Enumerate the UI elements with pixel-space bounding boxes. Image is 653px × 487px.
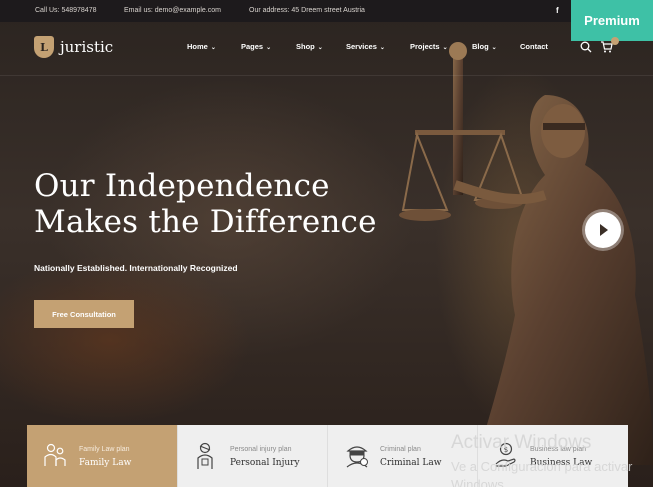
nav-label: Blog	[472, 42, 489, 51]
nav-label: Pages	[241, 42, 264, 51]
watermark-line-3: Windows.	[451, 477, 508, 487]
criminal-icon	[346, 446, 368, 468]
logo-text: juristic	[60, 38, 114, 56]
chevron-down-icon: ⌄	[491, 45, 497, 51]
nav-item-home[interactable]: Home ⌄	[187, 42, 216, 51]
nav-item-blog[interactable]: Blog ⌄	[472, 42, 497, 51]
injury-icon	[197, 442, 213, 469]
hero-headline: Our Independence Makes the Difference	[34, 168, 394, 240]
headline-line-1: Our Independence	[34, 168, 330, 204]
windows-activation-watermark: Activar Windows	[451, 432, 592, 453]
nav-label: Home	[187, 42, 208, 51]
cart-count-badge	[611, 37, 619, 45]
logo-badge: L	[34, 36, 54, 58]
chevron-down-icon: ⌄	[442, 45, 448, 51]
hero-tagline: Nationally Established. Internationally …	[34, 263, 238, 273]
lady-justice-image	[399, 42, 653, 465]
card-subtitle: Criminal plan	[380, 446, 421, 453]
watermark-line-2: Ve a Configuración para activar	[451, 459, 633, 474]
windows-activation-hint: Ve a Configuración para activar Windows.	[451, 458, 653, 487]
nav-item-pages[interactable]: Pages ⌄	[241, 42, 271, 51]
card-subtitle: Family Law plan	[79, 446, 130, 453]
contact-address: Our address: 45 Dreem street Austria	[249, 7, 365, 14]
chevron-down-icon: ⌄	[379, 45, 385, 51]
nav-label: Projects	[410, 42, 440, 51]
play-icon[interactable]	[585, 212, 621, 248]
site-logo[interactable]: L juristic	[34, 36, 113, 58]
top-info-bar: Call Us: 548978478 Email us: demo@exampl…	[0, 0, 653, 22]
nav-item-services[interactable]: Services ⌄	[346, 42, 385, 51]
contact-email[interactable]: Email us: demo@example.com	[124, 7, 221, 14]
nav-item-projects[interactable]: Projects ⌄	[410, 42, 448, 51]
card-subtitle: Personal injury plan	[230, 446, 292, 453]
chevron-down-icon: ⌄	[266, 45, 272, 51]
card-title: Family Law	[79, 458, 132, 468]
nav-label: Shop	[296, 42, 315, 51]
family-icon	[44, 443, 66, 466]
search-icon[interactable]	[580, 41, 592, 53]
nav-label: Contact	[520, 42, 548, 51]
nav-label: Services	[346, 42, 377, 51]
practice-card-family[interactable]: Family Law plan Family Law	[27, 425, 178, 487]
nav-item-contact[interactable]: Contact	[520, 42, 548, 51]
card-title: Criminal Law	[380, 458, 442, 468]
chevron-down-icon: ⌄	[210, 45, 216, 51]
hero-background: Call Us: 548978478 Email us: demo@exampl…	[0, 0, 653, 487]
main-header: L juristic Home ⌄ Pages ⌄ Shop ⌄ Services ⌄ …	[0, 22, 653, 76]
chevron-down-icon: ⌄	[317, 45, 323, 51]
card-title: Personal Injury	[230, 458, 300, 468]
nav-item-shop[interactable]: Shop ⌄	[296, 42, 323, 51]
facebook-icon[interactable]: f	[556, 6, 559, 15]
free-consultation-button[interactable]: Free Consultation	[34, 300, 134, 328]
contact-phone: Call Us: 548978478	[35, 7, 97, 14]
headline-line-2: Makes the Difference	[34, 204, 377, 240]
practice-card-injury[interactable]: Personal injury plan Personal Injury	[178, 425, 328, 487]
